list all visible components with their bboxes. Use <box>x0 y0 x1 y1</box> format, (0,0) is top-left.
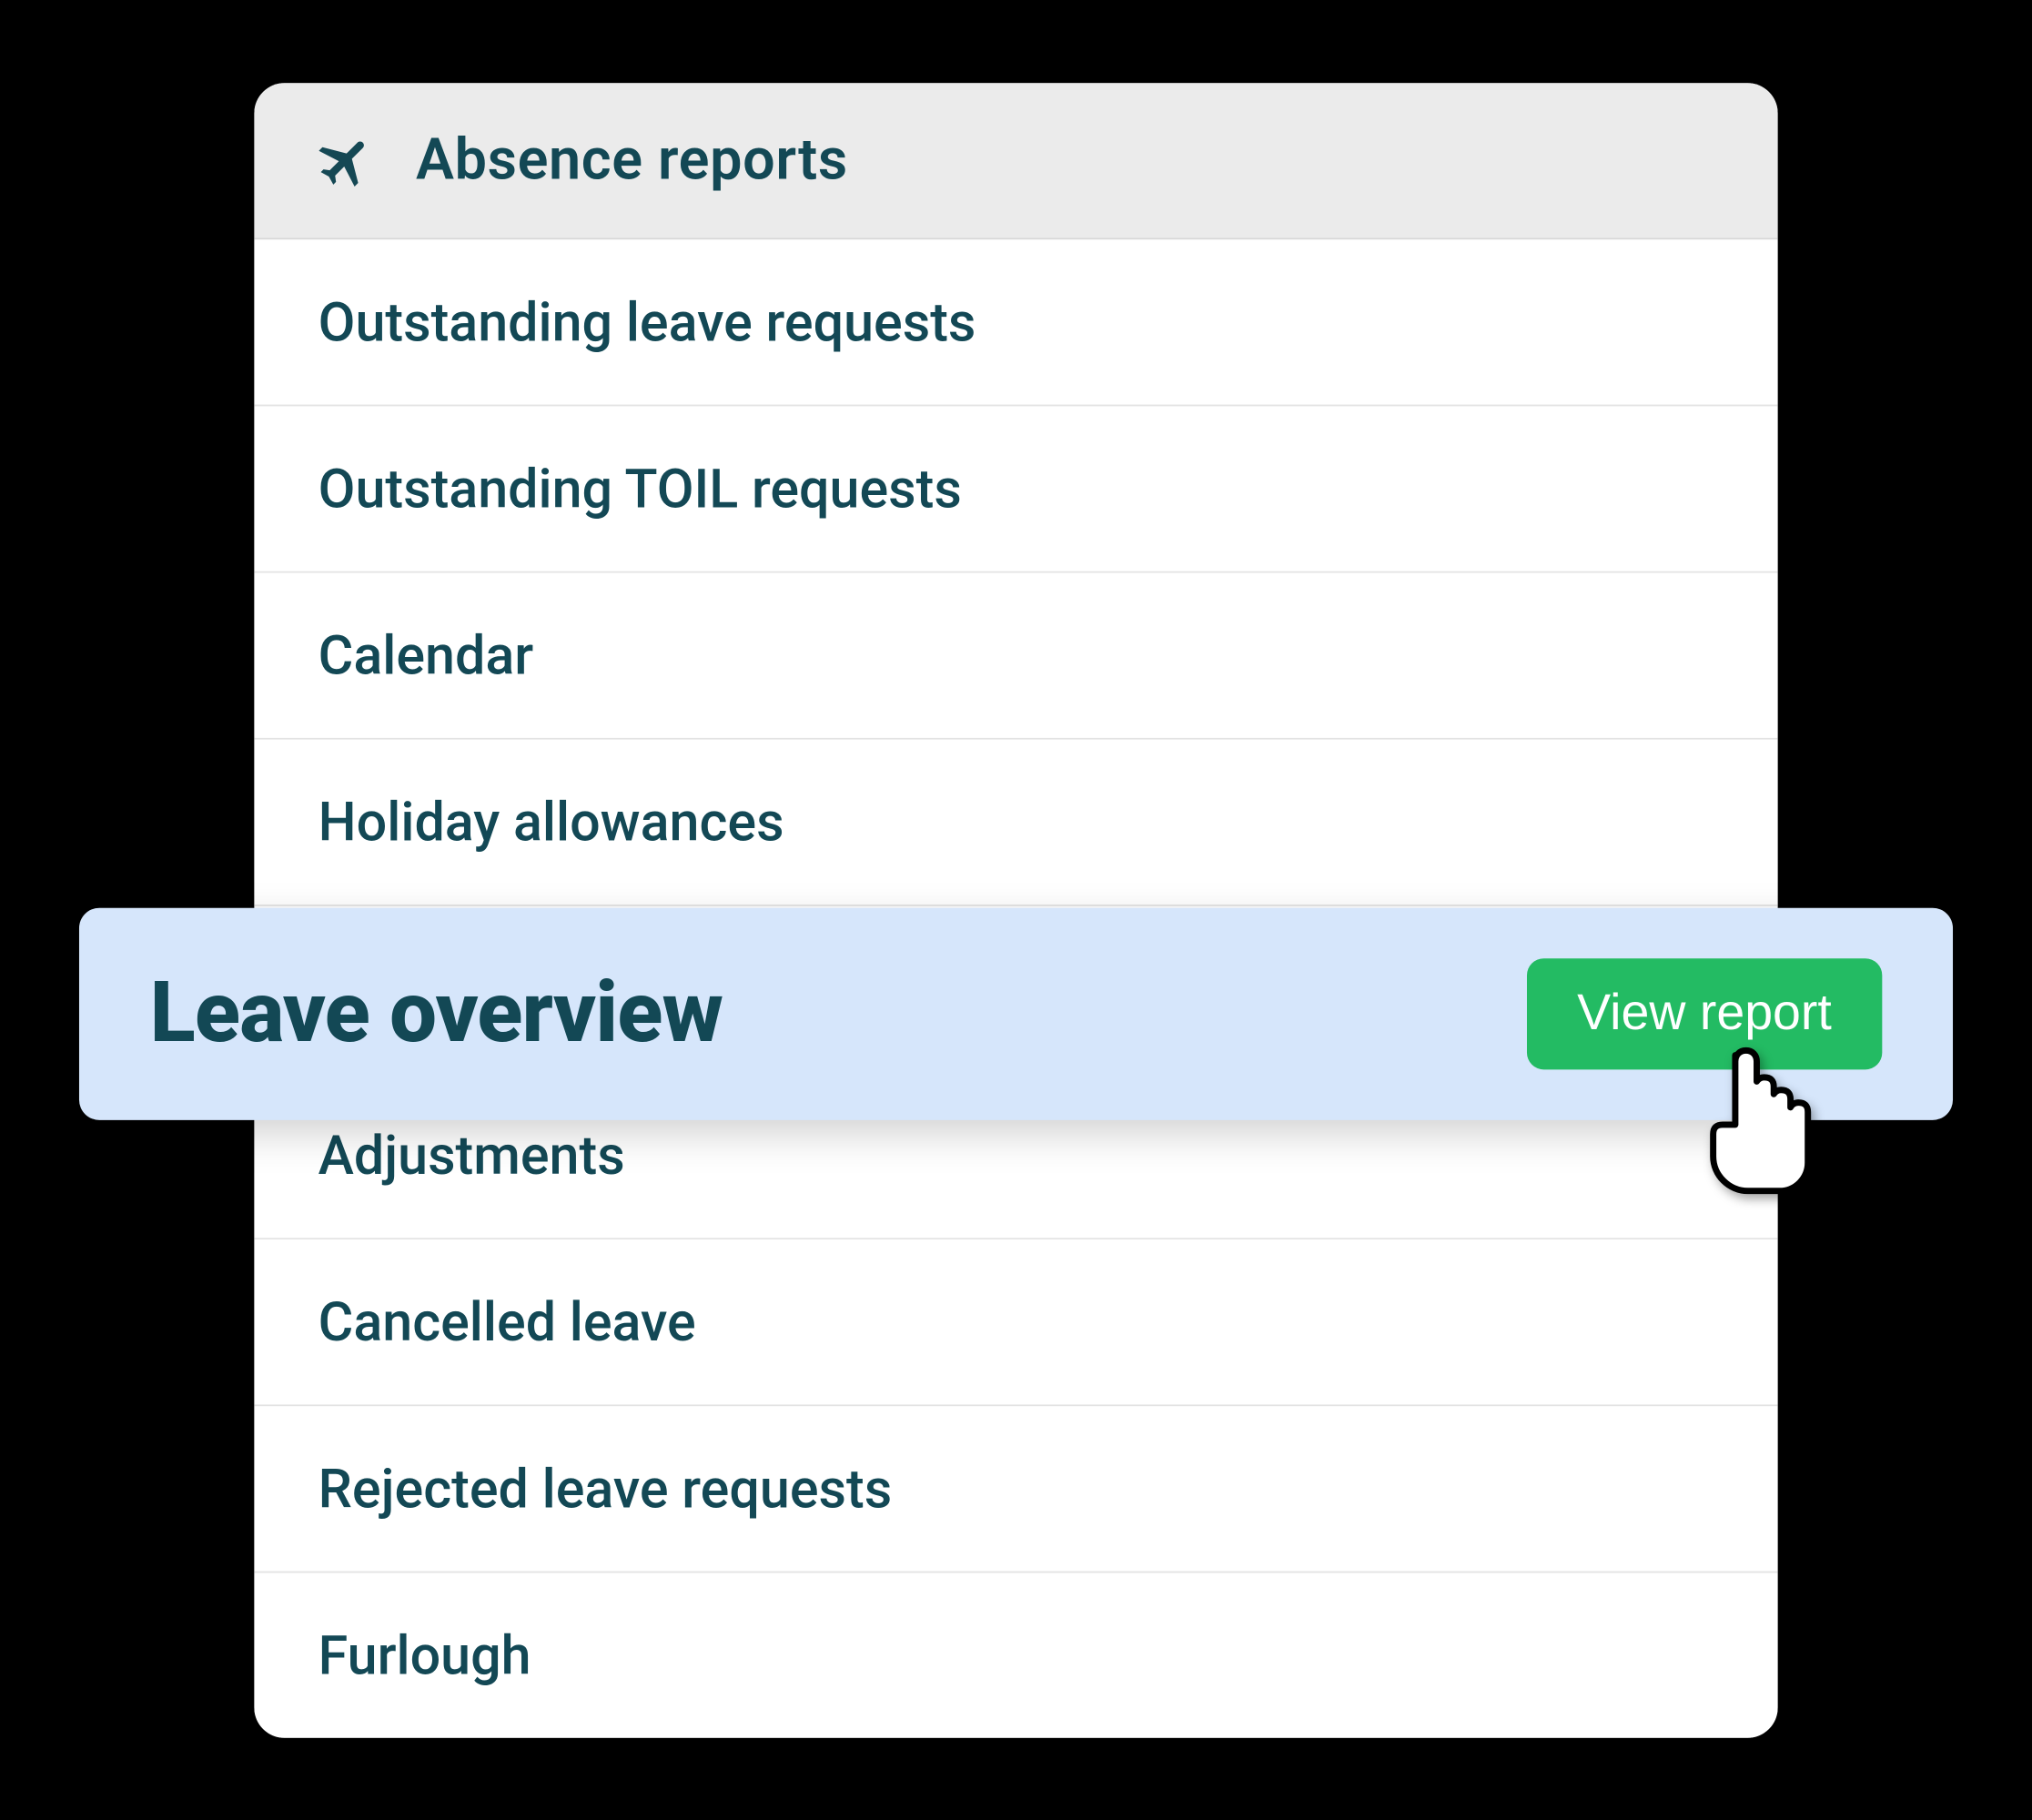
report-item-outstanding-leave-requests[interactable]: Outstanding leave requests <box>254 239 1777 406</box>
report-item-label: Outstanding leave requests <box>318 289 976 353</box>
report-item-label: Cancelled leave <box>318 1289 696 1353</box>
highlighted-report-card[interactable]: Leave overview View report <box>79 907 1953 1119</box>
report-item-calendar[interactable]: Calendar <box>254 572 1777 739</box>
report-item-outstanding-toil-requests[interactable]: Outstanding TOIL requests <box>254 406 1777 572</box>
view-report-button[interactable]: View report <box>1527 958 1883 1069</box>
report-item-furlough[interactable]: Furlough <box>254 1572 1777 1737</box>
report-item-label: Adjustments <box>318 1123 625 1187</box>
report-item-cancelled-leave[interactable]: Cancelled leave <box>254 1239 1777 1406</box>
panel-title: Absence reports <box>416 126 848 194</box>
view-report-button-label: View report <box>1577 985 1832 1040</box>
airplane-icon <box>318 130 379 191</box>
report-item-holiday-allowances[interactable]: Holiday allowances <box>254 739 1777 905</box>
report-item-label: Outstanding TOIL requests <box>318 456 962 520</box>
report-item-label: Holiday allowances <box>318 790 784 854</box>
report-item-label: Calendar <box>318 623 534 687</box>
highlighted-report-title: Leave overview <box>150 965 723 1062</box>
report-item-label: Rejected leave requests <box>318 1456 893 1520</box>
report-item-rejected-leave-requests[interactable]: Rejected leave requests <box>254 1406 1777 1572</box>
panel-header: Absence reports <box>254 83 1777 239</box>
report-item-label: Furlough <box>318 1623 531 1686</box>
